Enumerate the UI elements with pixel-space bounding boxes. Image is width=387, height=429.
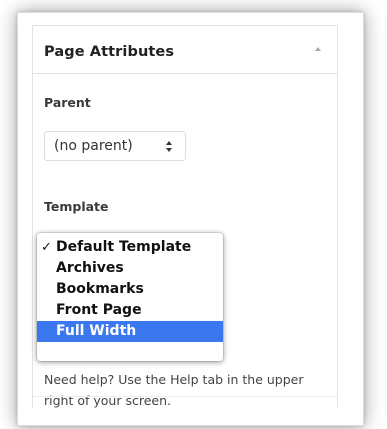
- select-stepper-icon: [166, 141, 172, 153]
- help-text: Need help? Use the Help tab in the upper…: [44, 372, 304, 408]
- page-attributes-card: Page Attributes Parent (no parent) Templ…: [17, 12, 364, 426]
- template-option-front-page[interactable]: Front Page: [37, 300, 223, 321]
- panel-title: Page Attributes: [44, 44, 175, 60]
- template-option-default[interactable]: ✓ Default Template: [37, 237, 223, 258]
- template-option-label: Archives: [56, 260, 124, 276]
- parent-select-value: (no parent): [54, 138, 133, 154]
- checkmark-icon: ✓: [41, 240, 52, 255]
- parent-select[interactable]: (no parent): [44, 131, 186, 161]
- template-dropdown-menu[interactable]: ✓ Default Template Archives Bookmarks Fr…: [37, 233, 223, 361]
- template-option-label: Default Template: [56, 239, 192, 255]
- page-attributes-panel: Page Attributes Parent (no parent) Templ…: [32, 25, 338, 408]
- template-option-full-width[interactable]: Full Width: [37, 321, 223, 342]
- template-option-label: Bookmarks: [56, 281, 144, 297]
- page: Page Attributes Parent (no parent) Templ…: [0, 0, 387, 429]
- collapse-toggle-button[interactable]: [297, 26, 337, 73]
- parent-label: Parent: [44, 95, 91, 110]
- template-option-archives[interactable]: Archives: [37, 258, 223, 279]
- template-label: Template: [44, 199, 109, 214]
- caret-up-icon: [315, 47, 321, 51]
- template-option-label: Full Width: [56, 323, 137, 339]
- divider: [33, 396, 337, 397]
- panel-header[interactable]: Page Attributes: [33, 26, 337, 74]
- template-option-label: Front Page: [56, 302, 142, 318]
- template-option-bookmarks[interactable]: Bookmarks: [37, 279, 223, 300]
